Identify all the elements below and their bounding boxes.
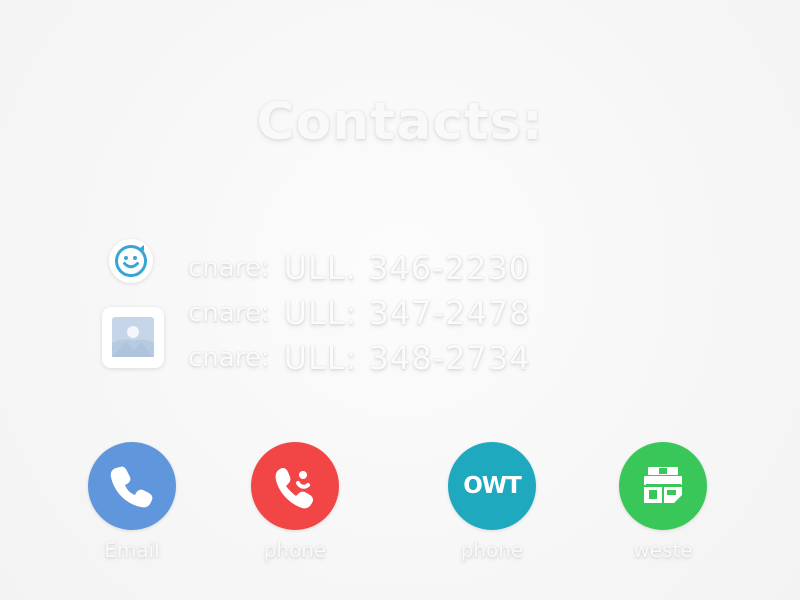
page-title: Contacts: — [256, 92, 544, 152]
phone-app-button[interactable]: OWT phone — [432, 442, 552, 562]
contact-prefix: cnare: — [188, 252, 270, 283]
owt-logo-icon-circle[interactable]: OWT — [448, 442, 536, 530]
contact-number: ULL: 347-2478 — [283, 293, 531, 332]
photo-icon — [102, 307, 164, 368]
email-app-icon-circle[interactable] — [88, 442, 176, 530]
email-app-button[interactable]: Email — [72, 442, 192, 562]
contacts-screen: Contacts: cnare: ULL. 346-2230 cnare: UL… — [0, 0, 800, 600]
contact-row[interactable]: cnare: ULL. 346-2230 — [188, 245, 608, 290]
phone-icon — [110, 466, 153, 508]
contact-number: ULL. 346-2230 — [283, 248, 531, 287]
app-label: phone — [460, 538, 524, 562]
contact-row[interactable]: cnare: ULL: 348-2734 — [188, 335, 608, 380]
smile-icon — [109, 239, 153, 283]
contact-list: cnare: ULL. 346-2230 cnare: ULL: 347-247… — [188, 245, 608, 380]
phone-chat-icon — [275, 468, 314, 509]
owt-logo-icon: OWT — [463, 473, 522, 499]
app-label: weste — [633, 538, 693, 562]
map-tile-icon — [644, 467, 682, 503]
contact-prefix: cnare: — [188, 297, 270, 328]
app-label: phone — [263, 538, 327, 562]
phone-app-button[interactable]: phone — [235, 442, 355, 562]
map-tile-icon-circle[interactable] — [619, 442, 707, 530]
app-label: Email — [104, 538, 160, 562]
phone-app-icon-circle[interactable] — [251, 442, 339, 530]
weste-app-button[interactable]: weste — [603, 442, 723, 562]
contact-number: ULL: 348-2734 — [283, 338, 531, 377]
contact-row[interactable]: cnare: ULL: 347-2478 — [188, 290, 608, 335]
contact-prefix: cnare: — [188, 342, 270, 373]
